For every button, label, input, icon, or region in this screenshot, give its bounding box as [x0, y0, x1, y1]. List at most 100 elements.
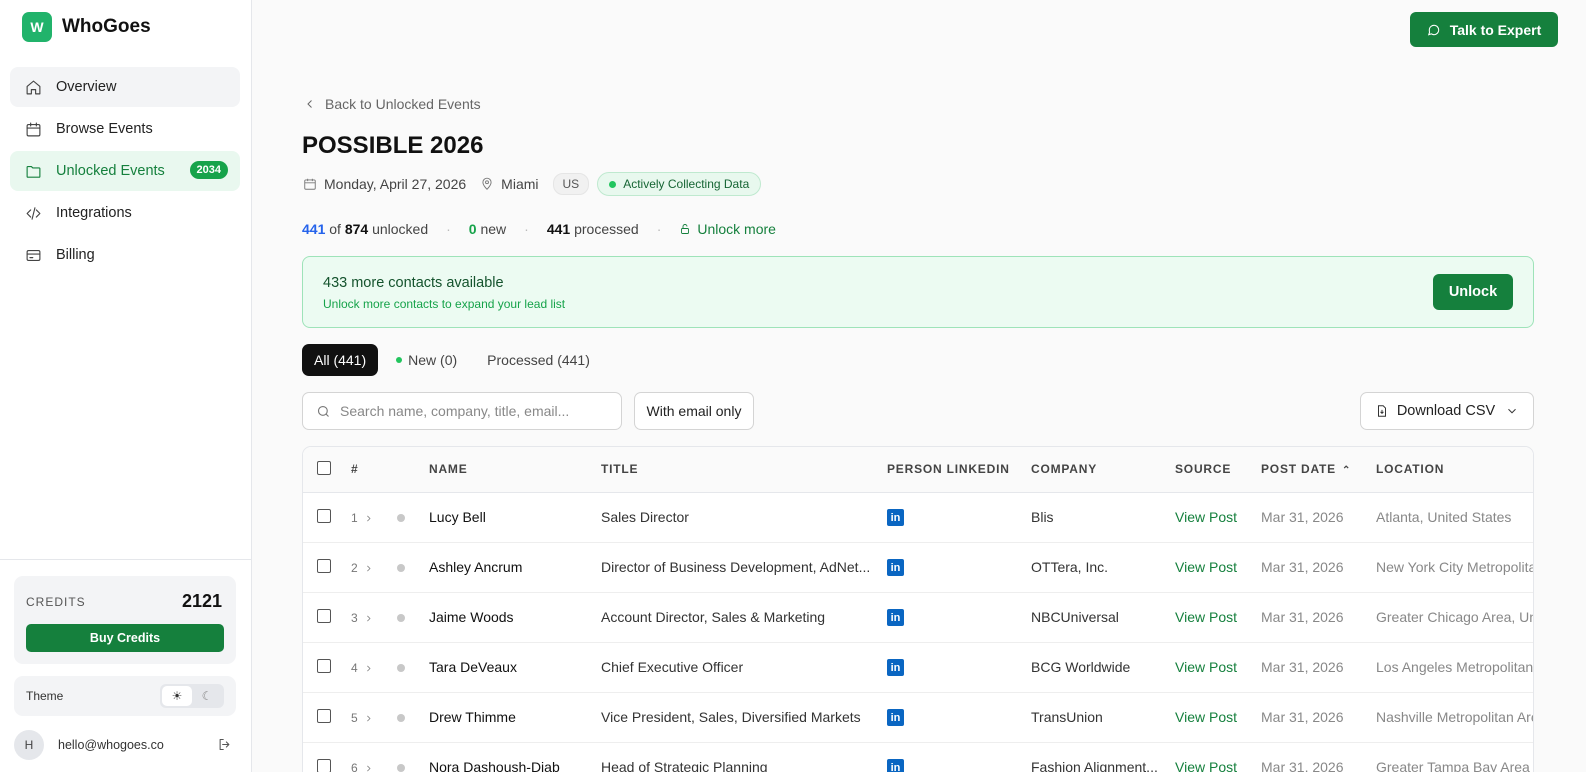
tab-processed[interactable]: Processed (441)	[475, 344, 602, 376]
separator-dot: ·	[524, 221, 529, 237]
row-checkbox[interactable]	[317, 608, 331, 623]
brand[interactable]: W WhoGoes	[22, 12, 151, 42]
user-email: hello@whogoes.co	[58, 738, 164, 752]
column-header-post-date[interactable]: POST DATE ⌃	[1261, 447, 1376, 493]
new-dot	[396, 357, 403, 363]
row-expand[interactable]: 3	[351, 611, 373, 625]
table-row[interactable]: 5 Drew Thimme Vice President, Sales, Diver…	[303, 692, 1533, 743]
tab-new[interactable]: New (0)	[384, 344, 469, 376]
contact-company: OTTera, Inc.	[1031, 542, 1175, 593]
row-number: 3	[351, 611, 358, 625]
calendar-icon	[304, 178, 316, 190]
view-post-link[interactable]: View Post	[1175, 742, 1261, 772]
view-post-link[interactable]: View Post	[1175, 642, 1261, 693]
unlock-banner: 433 more contacts available Unlock more …	[302, 256, 1534, 328]
unlocked-count: 441	[302, 221, 326, 237]
brand-logo: W	[22, 12, 52, 42]
row-checkbox[interactable]	[317, 758, 331, 772]
sun-icon[interactable]: ☀	[162, 686, 192, 706]
unlock-more-link[interactable]: Unlock more	[679, 221, 776, 237]
contact-location: Greater Tampa Bay Area	[1376, 742, 1533, 772]
row-select-cell	[303, 592, 351, 643]
table-row[interactable]: 4 Tara DeVeaux Chief Executive Officer in BC…	[303, 642, 1533, 693]
column-header-location[interactable]: LOCATION	[1376, 447, 1533, 493]
row-num-cell: 2	[351, 542, 387, 593]
linkedin-icon[interactable]: in	[887, 509, 904, 527]
chevron-right-icon	[366, 665, 371, 671]
linkedin-cell: in	[887, 542, 1031, 593]
contact-name: Tara DeVeaux	[429, 642, 601, 693]
sidebar-item-unlocked-events[interactable]: Unlocked Events 2034	[10, 151, 240, 191]
search-icon	[317, 405, 329, 417]
card-icon	[24, 246, 42, 264]
sidebar-item-integrations[interactable]: Integrations	[10, 193, 240, 233]
avatar[interactable]: H	[14, 730, 44, 760]
column-header-name[interactable]: NAME	[429, 447, 601, 493]
post-date: Mar 31, 2026	[1261, 642, 1376, 693]
status-badge: Actively Collecting Data	[597, 172, 762, 196]
row-status-cell	[387, 542, 429, 593]
view-post-link[interactable]: View Post	[1175, 592, 1261, 643]
linkedin-icon[interactable]: in	[887, 709, 904, 727]
row-expand[interactable]: 6	[351, 761, 373, 772]
home-icon	[24, 78, 42, 96]
row-checkbox[interactable]	[317, 708, 331, 723]
row-select-cell	[303, 542, 351, 593]
user-row: H hello@whogoes.co	[14, 729, 236, 761]
contact-name: Nora Dashoush-Diab	[429, 742, 601, 772]
table-row[interactable]: 3 Jaime Woods Account Director, Sales & Ma…	[303, 592, 1533, 643]
column-header-title[interactable]: TITLE	[601, 447, 887, 493]
sidebar-item-browse-events[interactable]: Browse Events	[10, 109, 240, 149]
tab-new-label: New (0)	[408, 352, 458, 368]
processed-label: processed	[574, 221, 639, 237]
row-checkbox[interactable]	[317, 658, 331, 673]
with-email-only-button[interactable]: With email only	[634, 392, 754, 430]
view-post-link[interactable]: View Post	[1175, 692, 1261, 743]
row-checkbox[interactable]	[317, 508, 331, 523]
row-expand[interactable]: 1	[351, 511, 373, 525]
logout-icon[interactable]	[217, 737, 232, 757]
country-badge: US	[552, 173, 590, 195]
table-row[interactable]: 6 Nora Dashoush-Diab Head of Strategic Pla…	[303, 742, 1533, 772]
linkedin-icon[interactable]: in	[887, 609, 904, 627]
back-link[interactable]: Back to Unlocked Events	[304, 96, 481, 112]
search-input[interactable]	[340, 403, 600, 419]
column-header-source[interactable]: SOURCE	[1175, 447, 1261, 493]
chevron-right-icon	[366, 615, 371, 621]
row-checkbox[interactable]	[317, 558, 331, 573]
talk-to-expert-button[interactable]: Talk to Expert	[1410, 12, 1558, 47]
folder-icon	[24, 162, 42, 180]
post-date: Mar 31, 2026	[1261, 542, 1376, 593]
select-all-checkbox[interactable]	[317, 460, 331, 475]
row-select-cell	[303, 642, 351, 693]
row-expand[interactable]: 2	[351, 561, 373, 575]
download-csv-button[interactable]: Download CSV	[1360, 392, 1534, 430]
chevron-down-icon	[1508, 408, 1517, 414]
contacts-table: # NAME TITLE PERSON LINKEDIN COMPANY SOU…	[302, 446, 1534, 772]
buy-credits-button[interactable]: Buy Credits	[26, 624, 224, 652]
unlock-button[interactable]: Unlock	[1433, 274, 1513, 310]
row-expand[interactable]: 5	[351, 711, 373, 725]
linkedin-icon[interactable]: in	[887, 759, 904, 772]
table-row[interactable]: 2 Ashley Ancrum Director of Business Devel…	[303, 542, 1533, 593]
table-header-row: # NAME TITLE PERSON LINKEDIN COMPANY SOU…	[303, 447, 1533, 493]
column-header-linkedin[interactable]: PERSON LINKEDIN	[887, 447, 1031, 493]
status-dot	[397, 764, 405, 772]
total-count: 874	[344, 221, 369, 237]
view-post-link[interactable]: View Post	[1175, 492, 1261, 543]
brand-name: WhoGoes	[62, 16, 151, 37]
tab-all[interactable]: All (441)	[302, 344, 379, 376]
column-header-company[interactable]: COMPANY	[1031, 447, 1175, 493]
view-post-link[interactable]: View Post	[1175, 542, 1261, 593]
linkedin-icon[interactable]: in	[887, 559, 904, 577]
contact-title: Director of Business Development, AdNet.…	[601, 542, 887, 593]
sidebar-item-label: Unlocked Events	[56, 163, 165, 179]
sidebar-item-billing[interactable]: Billing	[10, 235, 240, 275]
linkedin-icon[interactable]: in	[887, 659, 904, 677]
talk-to-expert-label: Talk to Expert	[1449, 21, 1542, 38]
table-row[interactable]: 1 Lucy Bell Sales Director in Blis View Post M…	[303, 492, 1533, 543]
row-expand[interactable]: 4	[351, 661, 373, 675]
sidebar-item-overview[interactable]: Overview	[10, 67, 240, 107]
file-icon	[1377, 405, 1386, 417]
moon-icon[interactable]: ☾	[192, 686, 222, 706]
